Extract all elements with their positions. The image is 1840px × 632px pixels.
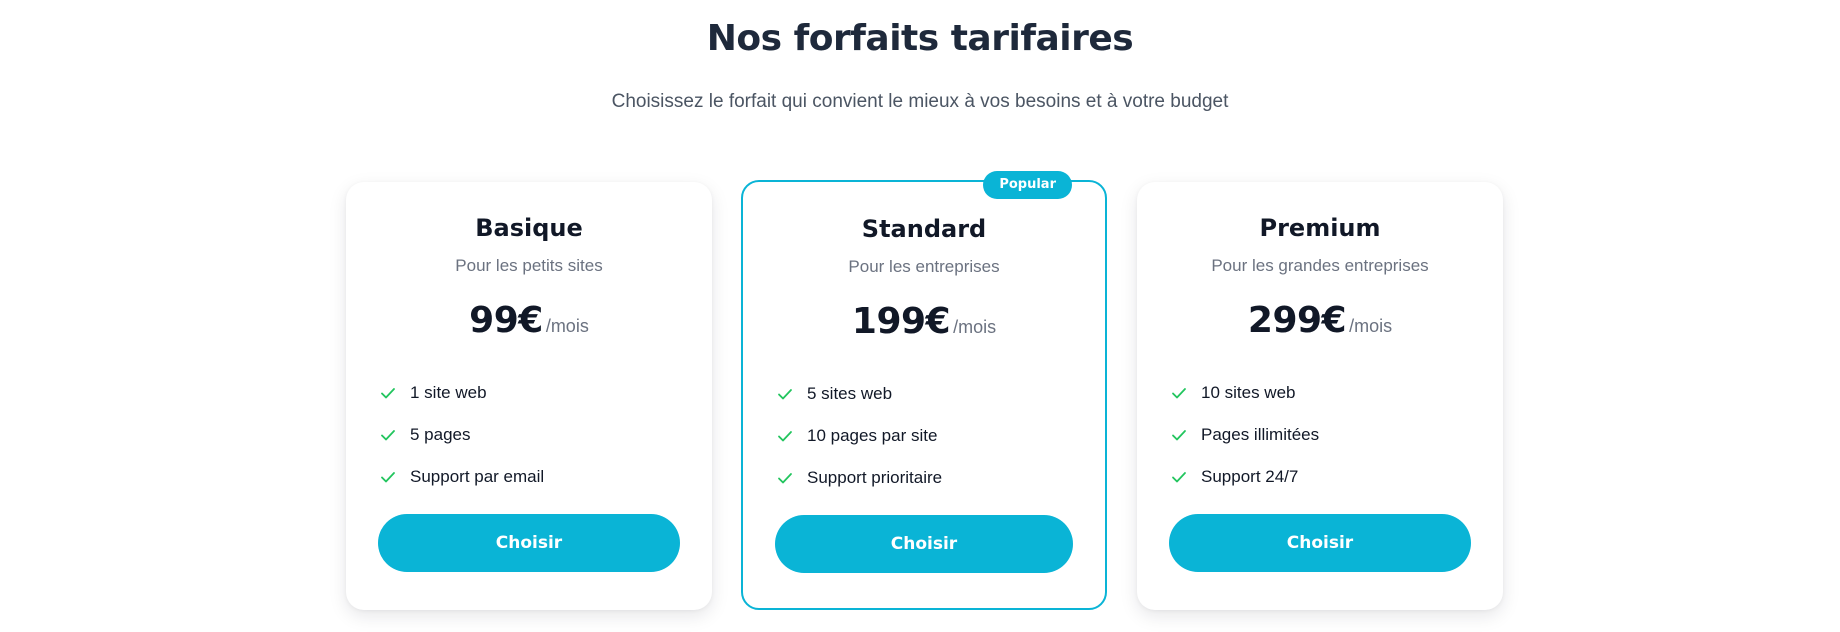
- feature-list: 1 site web 5 pages Support par email: [378, 372, 680, 498]
- feature-item: 5 sites web: [775, 373, 1073, 415]
- feature-label: Pages illimitées: [1201, 425, 1320, 444]
- price-amount: 299€: [1247, 300, 1347, 341]
- check-icon: [777, 428, 793, 444]
- check-icon: [380, 469, 396, 485]
- feature-item: 10 pages par site: [775, 415, 1073, 457]
- pricing-section: Nos forfaits tarifaires Choisissez le fo…: [0, 0, 1840, 632]
- plan-price: 299€/mois: [1137, 300, 1503, 341]
- check-icon: [777, 470, 793, 486]
- plan-price: 199€/mois: [743, 301, 1105, 342]
- price-period: /mois: [545, 316, 589, 336]
- choose-premium-button[interactable]: Choisir: [1169, 514, 1471, 572]
- price-period: /mois: [1349, 316, 1393, 336]
- feature-item: Support prioritaire: [775, 457, 1073, 499]
- plan-description: Pour les petits sites: [455, 256, 603, 275]
- plan-description: Pour les grandes entreprises: [1211, 256, 1429, 275]
- page-subtitle: Choisissez le forfait qui convient le mi…: [611, 91, 1229, 112]
- feature-item: Pages illimitées: [1169, 414, 1471, 456]
- plan-name: Premium: [1259, 214, 1381, 242]
- page-title: Nos forfaits tarifaires: [706, 18, 1134, 59]
- price-amount: 99€: [469, 300, 543, 341]
- feature-item: 5 pages: [378, 414, 680, 456]
- feature-label: Support prioritaire: [807, 468, 943, 487]
- plan-price: 99€/mois: [346, 300, 712, 341]
- check-icon: [380, 385, 396, 401]
- feature-label: 10 sites web: [1201, 383, 1296, 402]
- feature-item: 10 sites web: [1169, 372, 1471, 414]
- check-icon: [1171, 385, 1187, 401]
- choose-basique-button[interactable]: Choisir: [378, 514, 680, 572]
- plan-name: Standard: [861, 215, 987, 243]
- feature-list: 10 sites web Pages illimitées Support 24…: [1169, 372, 1471, 498]
- check-icon: [777, 386, 793, 402]
- plan-description: Pour les entreprises: [848, 257, 1000, 276]
- feature-label: Support 24/7: [1201, 467, 1299, 486]
- check-icon: [1171, 469, 1187, 485]
- feature-item: 1 site web: [378, 372, 680, 414]
- price-period: /mois: [953, 317, 997, 337]
- feature-item: Support par email: [378, 456, 680, 498]
- price-amount: 199€: [851, 301, 951, 342]
- feature-label: 1 site web: [410, 383, 487, 402]
- feature-label: 5 sites web: [807, 384, 893, 403]
- feature-label: 5 pages: [410, 425, 471, 444]
- plan-card-premium: Premium Pour les grandes entreprises 299…: [1137, 182, 1503, 610]
- feature-item: Support 24/7: [1169, 456, 1471, 498]
- popular-badge: Popular: [983, 171, 1072, 199]
- plan-card-basique: Basique Pour les petits sites 99€/mois 1…: [346, 182, 712, 610]
- plan-name: Basique: [475, 214, 583, 242]
- plan-card-standard: Popular Standard Pour les entreprises 19…: [741, 171, 1107, 610]
- feature-label: 10 pages par site: [807, 426, 938, 445]
- choose-standard-button[interactable]: Choisir: [775, 515, 1073, 573]
- feature-label: Support par email: [410, 467, 545, 486]
- check-icon: [380, 427, 396, 443]
- feature-list: 5 sites web 10 pages par site Support pr…: [775, 373, 1073, 499]
- check-icon: [1171, 427, 1187, 443]
